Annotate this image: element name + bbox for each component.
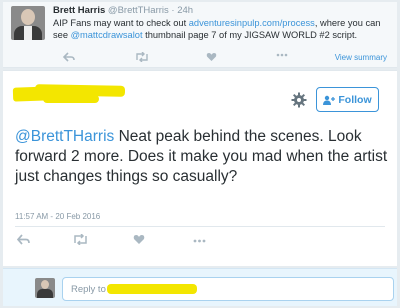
reply-icon[interactable] [62,52,75,65]
more-icon[interactable] [193,235,206,249]
author-handle-redacted[interactable] [43,95,99,103]
author-name[interactable]: Brett Harris [53,5,105,16]
tweet-actions [15,233,315,250]
retweet-icon[interactable] [73,233,88,248]
tweet-dialog: Brett Harris @BrettTHarris · 24h AIP Fan… [0,0,400,308]
avatar [35,278,55,298]
tweet-text: @BrettTHarris Neat peak behind the scene… [15,128,388,185]
follow-button[interactable]: Follow [316,87,379,112]
author-handle[interactable]: @BrettTHarris [108,5,169,16]
like-icon[interactable] [133,234,145,248]
tweet-timestamp[interactable]: 11:57 AM - 20 Feb 2016 [15,212,100,221]
divider [15,226,385,227]
retweet-icon[interactable] [135,51,149,65]
more-icon[interactable] [276,50,288,63]
avatar[interactable] [11,6,45,40]
gear-icon[interactable] [291,92,307,108]
follow-label: Follow [338,93,372,106]
main-tweet: Follow @BrettTHarris Neat peak behind th… [3,70,397,266]
mention-link[interactable]: @mattcdrawsalot [71,30,143,40]
tweet-time[interactable]: · 24h [171,5,193,16]
reply-area: Reply to [3,268,397,306]
reply-input[interactable]: Reply to [62,277,394,301]
reply-icon[interactable] [16,234,30,248]
process-link[interactable]: adventuresinpulp.com/process [189,18,315,28]
follow-user-icon [323,95,336,105]
parent-tweet-text: AIP Fans may want to check out adventure… [53,18,381,40]
like-icon[interactable] [206,52,217,65]
parent-tweet-actions: View summary [53,50,393,65]
reply-placeholder: Reply to [71,284,106,295]
reply-handle-redacted [107,284,197,294]
mention-link[interactable]: @BrettTHarris [15,128,114,145]
parent-tweet[interactable]: Brett Harris @BrettTHarris · 24h AIP Fan… [3,2,397,68]
view-summary-link[interactable]: View summary [335,53,387,62]
parent-tweet-header: Brett Harris @BrettTHarris · 24h [53,5,193,16]
